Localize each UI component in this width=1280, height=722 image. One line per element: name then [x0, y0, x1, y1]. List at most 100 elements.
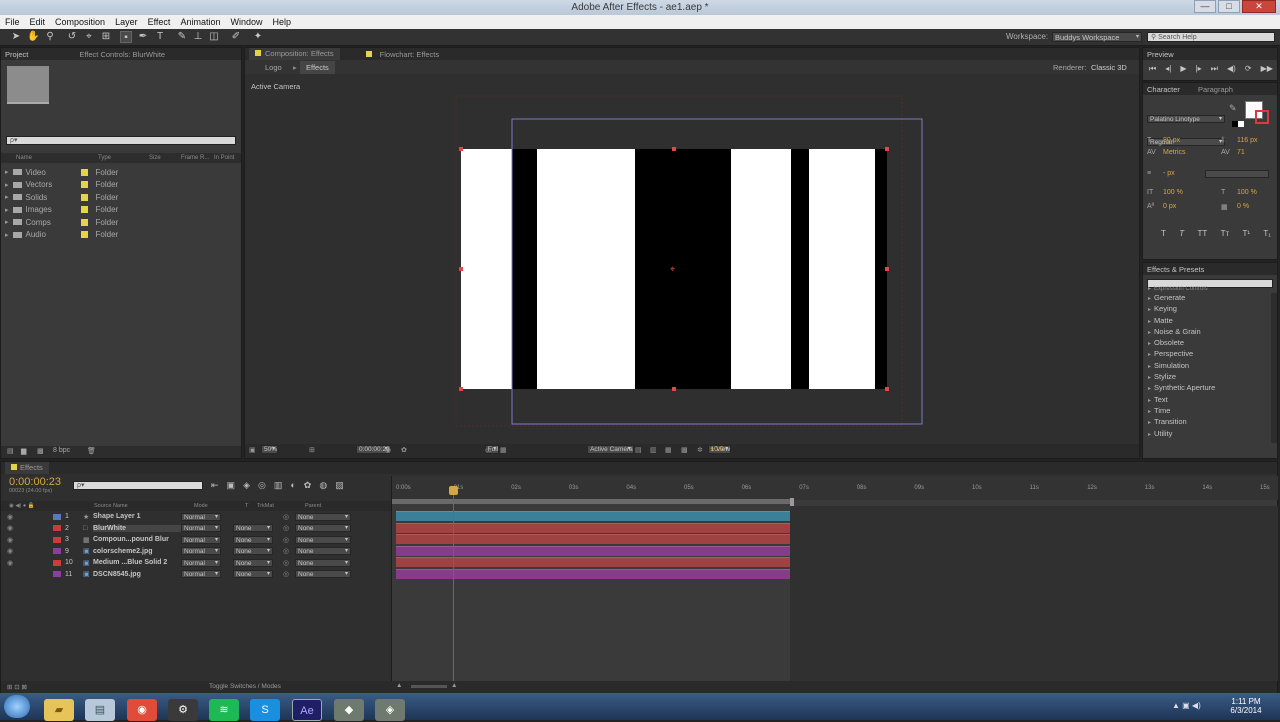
tab-effects-timeline[interactable]: Effects — [5, 462, 49, 474]
faux-italic-button[interactable]: T — [1179, 229, 1184, 238]
list-item[interactable]: ▸ Vectors Folder — [1, 179, 241, 192]
tab-effect-controls[interactable]: Effect Controls: BlurWhite — [79, 50, 165, 59]
menu-edit[interactable]: Edit — [30, 15, 46, 29]
brush-tool-icon[interactable]: ✎ — [176, 31, 188, 43]
stroke-color-swatch[interactable] — [1255, 110, 1269, 124]
col-trkmat[interactable]: TrkMat — [257, 503, 274, 509]
white-swatch[interactable] — [1238, 121, 1244, 127]
tab-character[interactable]: Character — [1147, 85, 1180, 94]
ram-preview-icon[interactable]: ▶▶ — [1261, 64, 1273, 74]
list-item[interactable]: ▸ Video Folder — [1, 166, 241, 179]
effect-category[interactable]: Simulation — [1143, 360, 1269, 371]
documents-icon[interactable]: ▤ — [85, 699, 115, 721]
parent-pickwhip-icon[interactable]: ◎ — [283, 559, 295, 567]
region-of-interest-icon[interactable]: ▭ — [485, 446, 492, 454]
exposure-icon[interactable]: ✲ — [697, 446, 703, 454]
new-comp-icon[interactable]: ▩ — [37, 447, 44, 455]
col-name[interactable]: Name — [16, 155, 32, 161]
camera-tool-icon[interactable]: ⌖ — [83, 31, 95, 43]
menu-effect[interactable]: Effect — [148, 15, 171, 29]
mode-select[interactable]: Normal — [181, 547, 221, 556]
font-size-value[interactable]: 80 px — [1163, 137, 1180, 144]
timeline-icon[interactable]: ▦ — [665, 446, 672, 454]
clone-stamp-tool-icon[interactable]: ⊥ — [192, 31, 204, 43]
col-type[interactable]: Type — [98, 155, 111, 161]
parent-select[interactable]: None — [295, 547, 351, 556]
table-row[interactable]: ◉ 10▣ Medium ...Blue Solid 2 Normal None… — [1, 557, 391, 569]
anchor-point-icon[interactable]: ⌖ — [670, 264, 675, 274]
maximize-button[interactable]: □ — [1218, 0, 1240, 13]
interpret-footage-icon[interactable]: ▤ — [7, 447, 14, 455]
parent-pickwhip-icon[interactable]: ◎ — [283, 570, 295, 578]
rectangle-tool-icon[interactable]: ▪ — [120, 31, 132, 43]
rotate-tool-icon[interactable]: ↺ — [66, 31, 78, 43]
table-row[interactable]: ◉ 2□ BlurWhite Normal None ◎ None — [1, 523, 391, 535]
list-item[interactable]: ▸ Audio Folder — [1, 229, 241, 242]
col-source-name[interactable]: Source Name — [94, 503, 128, 509]
motion-blur-icon[interactable]: ◐ — [290, 480, 295, 491]
trash-icon[interactable]: 🗑 — [87, 447, 96, 455]
font-style-select[interactable]: Regular — [1147, 138, 1225, 146]
first-frame-icon[interactable]: ⏮ — [1149, 64, 1156, 74]
font-family-select[interactable]: Palatino Linotype — [1147, 115, 1225, 123]
zoom-select[interactable]: 50% — [261, 445, 279, 454]
menu-file[interactable]: File — [5, 15, 20, 29]
skype-icon[interactable]: S — [250, 699, 280, 721]
steam-icon[interactable]: ⚙ — [168, 699, 198, 721]
exposure-value[interactable]: +0.0 — [710, 446, 724, 453]
mode-select[interactable]: Normal — [181, 558, 221, 567]
clock[interactable]: 1:11 PM 6/3/2014 — [1226, 697, 1266, 715]
effect-category[interactable]: Time — [1143, 405, 1269, 416]
col-parent[interactable]: Parent — [305, 503, 321, 509]
loop-icon[interactable]: ⟳ — [1245, 64, 1252, 74]
table-row[interactable]: 11▣ DSCN8545.jpg Normal None ◎ None — [1, 569, 391, 581]
auto-keyframe-icon[interactable]: ◍ — [319, 480, 327, 491]
trkmat-select[interactable]: None — [233, 558, 273, 567]
layer-name[interactable]: BlurWhite — [93, 524, 181, 532]
tsume-value[interactable]: 0 % — [1237, 203, 1249, 210]
transparency-grid-icon[interactable]: ▦ — [500, 446, 507, 454]
layer-name[interactable]: Compoun...pound Blur — [93, 536, 181, 543]
parent-pickwhip-icon[interactable]: ◎ — [283, 513, 295, 521]
work-area-bar[interactable] — [392, 499, 792, 504]
eraser-tool-icon[interactable]: ◫ — [208, 31, 220, 43]
table-row[interactable]: ◉ 1★ Shape Layer 1 Normal ◎ None — [1, 511, 391, 523]
tracking-value[interactable]: 71 — [1237, 149, 1245, 156]
col-size[interactable]: Size — [149, 155, 161, 161]
trkmat-select[interactable]: None — [233, 524, 273, 533]
stroke-width-value[interactable]: - px — [1163, 170, 1175, 177]
tab-composition[interactable]: Composition: Effects — [249, 48, 340, 60]
eyedropper-icon[interactable]: ✎ — [1229, 103, 1237, 114]
effect-category[interactable]: Text — [1143, 394, 1269, 405]
pan-behind-tool-icon[interactable]: ⊞ — [100, 31, 112, 43]
playhead-handle[interactable] — [449, 486, 458, 495]
timeline-graph[interactable]: 0:00s 01s 02s 03s 04s 05s 06s 07s 08s 09s 10s 11s 12… — [391, 476, 1278, 681]
always-preview-icon[interactable]: ▣ — [249, 446, 256, 454]
table-row[interactable]: ◉ 3▦ Compoun...pound Blur Normal None ◎ … — [1, 534, 391, 546]
kerning-value[interactable]: Metrics — [1163, 149, 1186, 156]
menu-composition[interactable]: Composition — [55, 15, 105, 29]
effect-category[interactable]: Synthetic Aperture — [1143, 382, 1269, 393]
flowchart-icon[interactable]: ▩ — [681, 446, 688, 454]
tab-flowchart[interactable]: Flowchart: Effects — [365, 50, 439, 59]
subscript-button[interactable]: T₁ — [1263, 229, 1271, 238]
parent-pickwhip-icon[interactable]: ◎ — [283, 547, 295, 555]
col-t[interactable]: T — [245, 503, 248, 509]
puppet-tool-icon[interactable]: ✦ — [252, 31, 264, 43]
selection-tool-icon[interactable]: ➤ — [10, 31, 22, 43]
breadcrumb-logo[interactable]: Logo — [265, 63, 282, 72]
draft-3d-icon[interactable]: ◈ — [243, 480, 250, 491]
effect-category[interactable]: Utility — [1143, 428, 1269, 439]
search-help-input[interactable]: ⚲ Search Help — [1147, 32, 1275, 42]
col-mode[interactable]: Mode — [194, 503, 208, 509]
list-item[interactable]: ▸ Images Folder — [1, 204, 241, 217]
small-caps-button[interactable]: Tт — [1221, 229, 1230, 238]
brainstorm-icon[interactable]: ✿ — [304, 480, 312, 491]
zoom-tool-icon[interactable]: ⚲ — [44, 31, 56, 43]
renderer-value[interactable]: Classic 3D — [1091, 63, 1127, 72]
tab-paragraph[interactable]: Paragraph — [1198, 85, 1233, 94]
trkmat-select[interactable]: None — [233, 547, 273, 556]
mode-select[interactable]: Normal — [181, 524, 221, 533]
list-item[interactable]: ▸ Comps Folder — [1, 216, 241, 229]
tab-effects-presets[interactable]: Effects & Presets — [1147, 265, 1204, 274]
